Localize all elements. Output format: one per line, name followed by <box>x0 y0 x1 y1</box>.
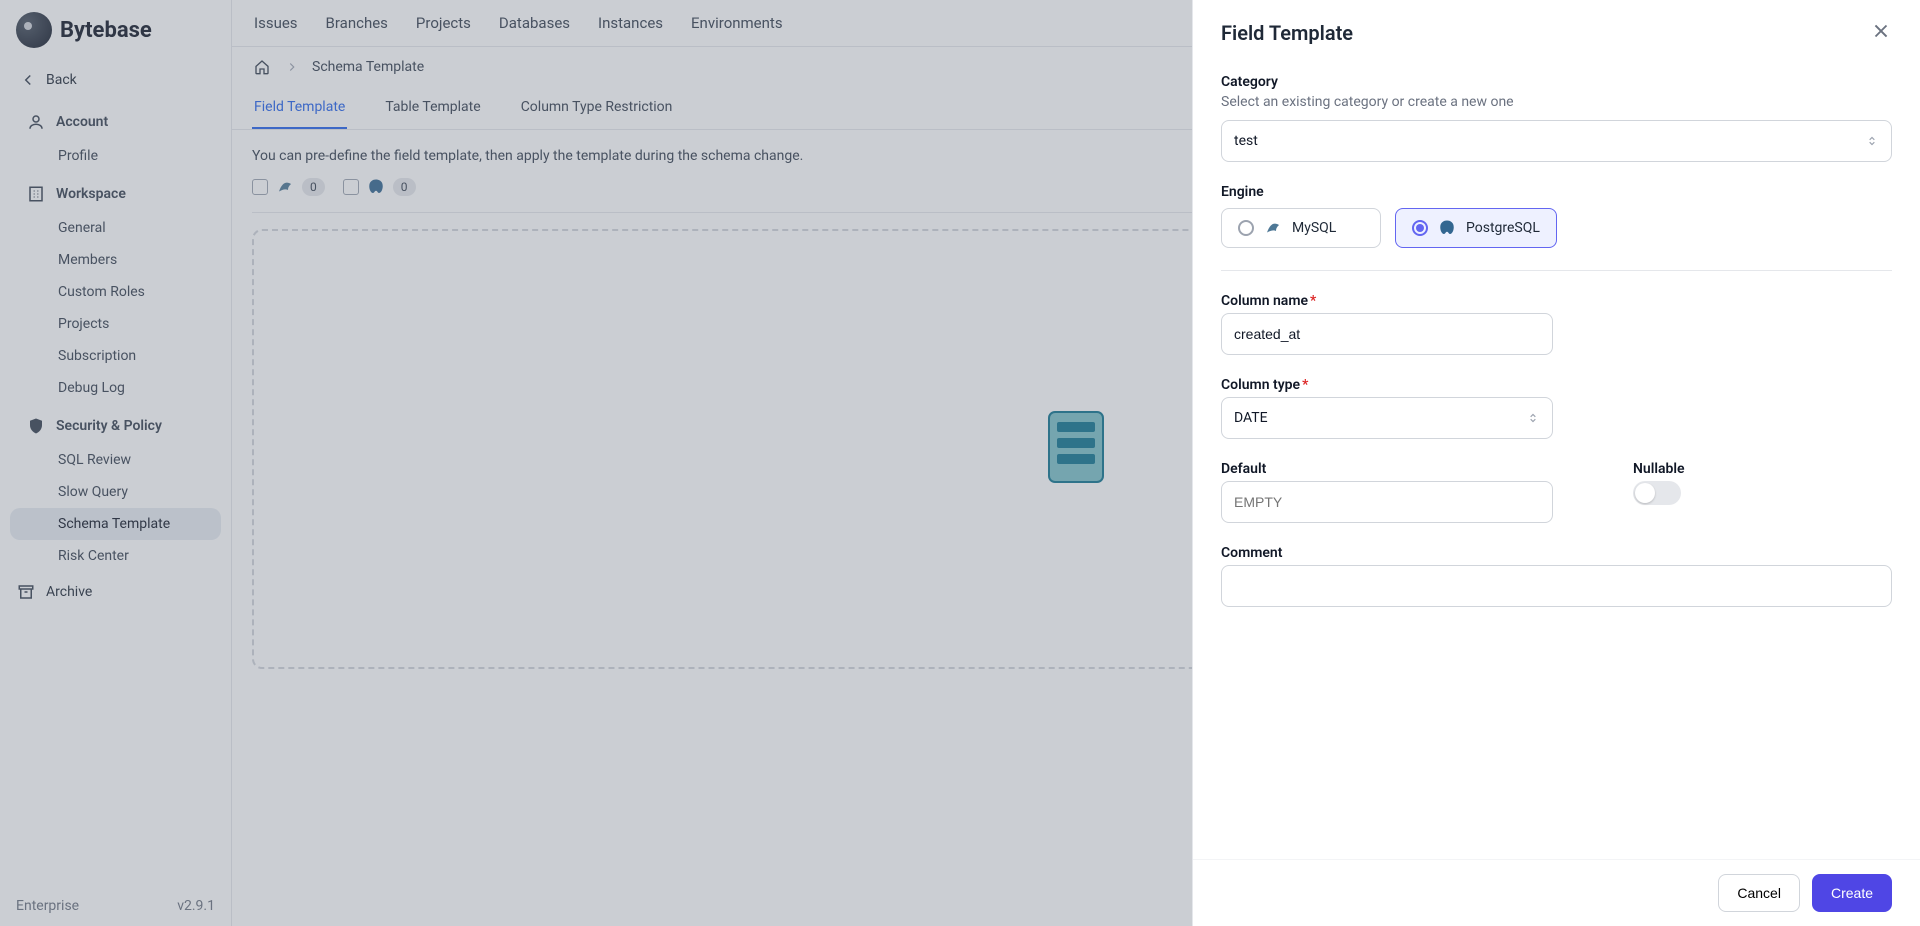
section-security-title: Security & Policy <box>56 418 162 434</box>
engine-label: Engine <box>1221 184 1892 200</box>
category-select[interactable]: test <box>1221 120 1892 162</box>
filter-postgres[interactable]: 0 <box>343 178 416 196</box>
version-label: v2.9.1 <box>177 898 215 914</box>
user-icon <box>26 112 46 132</box>
radio-postgres[interactable] <box>1412 220 1428 236</box>
category-sublabel: Select an existing category or create a … <box>1221 94 1892 110</box>
column-type-value: DATE <box>1234 410 1268 426</box>
cancel-button[interactable]: Cancel <box>1718 874 1800 912</box>
close-icon <box>1870 20 1892 42</box>
sidebar-item-members[interactable]: Members <box>10 244 221 276</box>
nullable-toggle[interactable] <box>1633 481 1681 505</box>
topnav-instances[interactable]: Instances <box>596 10 665 36</box>
logo-text: Bytebase <box>60 18 152 43</box>
sidebar-item-archive[interactable]: Archive <box>0 572 231 612</box>
engine-divider <box>1221 270 1892 271</box>
drawer-body: Category Select an existing category or … <box>1193 60 1920 859</box>
topnav-databases[interactable]: Databases <box>497 10 572 36</box>
sidebar-item-schema-template[interactable]: Schema Template <box>10 508 221 540</box>
sidebar-item-slow-query[interactable]: Slow Query <box>10 476 221 508</box>
checkbox-postgres[interactable] <box>343 179 359 195</box>
close-button[interactable] <box>1870 20 1892 46</box>
engine-option-postgres[interactable]: PostgreSQL <box>1395 208 1557 248</box>
section-workspace-title: Workspace <box>56 186 126 202</box>
brand-area: Bytebase <box>0 0 231 60</box>
sidebar-footer: Enterprise v2.9.1 <box>0 886 231 926</box>
postgres-icon <box>1438 219 1456 237</box>
topnav-branches[interactable]: Branches <box>324 10 390 36</box>
archive-label: Archive <box>46 584 92 600</box>
checkbox-mysql[interactable] <box>252 179 268 195</box>
category-value: test <box>1234 133 1258 149</box>
filter-mysql[interactable]: 0 <box>252 178 325 196</box>
drawer-title: Field Template <box>1221 21 1353 45</box>
topnav-projects[interactable]: Projects <box>414 10 473 36</box>
select-updown-icon-2 <box>1526 411 1540 425</box>
chevron-left-icon <box>18 70 38 90</box>
sidebar-item-profile[interactable]: Profile <box>10 140 221 172</box>
category-label: Category <box>1221 74 1892 90</box>
building-icon <box>26 184 46 204</box>
topnav-issues[interactable]: Issues <box>252 10 300 36</box>
count-mysql: 0 <box>302 178 325 196</box>
engine-radio-group: MySQL PostgreSQL <box>1221 208 1892 248</box>
count-postgres: 0 <box>393 178 416 196</box>
sidebar: Bytebase Back Account Profile Workspace <box>0 0 232 926</box>
drawer-footer: Cancel Create <box>1193 859 1920 926</box>
logo-icon <box>16 12 52 48</box>
column-name-input[interactable] <box>1221 313 1553 355</box>
section-security[interactable]: Security & Policy <box>10 404 221 444</box>
section-workspace[interactable]: Workspace <box>10 172 221 212</box>
comment-input[interactable] <box>1221 565 1892 607</box>
nullable-label: Nullable <box>1633 461 1892 477</box>
sidebar-item-subscription[interactable]: Subscription <box>10 340 221 372</box>
breadcrumb-current: Schema Template <box>312 59 424 75</box>
back-label: Back <box>46 72 77 88</box>
tab-field-template[interactable]: Field Template <box>252 87 347 129</box>
section-account-title: Account <box>56 114 108 130</box>
chevron-right-icon <box>282 57 302 77</box>
topnav-environments[interactable]: Environments <box>689 10 785 36</box>
create-button[interactable]: Create <box>1812 874 1892 912</box>
database-illustration-icon <box>1041 402 1111 496</box>
tab-table-template[interactable]: Table Template <box>383 87 482 129</box>
required-mark-2: * <box>1302 377 1308 393</box>
select-updown-icon <box>1865 134 1879 148</box>
default-label: Default <box>1221 461 1553 477</box>
sidebar-item-sql-review[interactable]: SQL Review <box>10 444 221 476</box>
drawer-header: Field Template <box>1193 0 1920 60</box>
sidebar-item-general[interactable]: General <box>10 212 221 244</box>
sidebar-item-risk-center[interactable]: Risk Center <box>10 540 221 572</box>
column-type-select[interactable]: DATE <box>1221 397 1553 439</box>
engine-option-mysql[interactable]: MySQL <box>1221 208 1381 248</box>
plan-label: Enterprise <box>16 898 79 914</box>
postgres-icon <box>367 178 385 196</box>
archive-icon <box>16 582 36 602</box>
sidebar-item-debug-log[interactable]: Debug Log <box>10 372 221 404</box>
logo[interactable]: Bytebase <box>16 12 152 48</box>
shield-icon <box>26 416 46 436</box>
engine-postgres-label: PostgreSQL <box>1466 220 1540 236</box>
radio-mysql[interactable] <box>1238 220 1254 236</box>
column-type-label: Column type* <box>1221 377 1553 393</box>
sidebar-item-projects[interactable]: Projects <box>10 308 221 340</box>
required-mark: * <box>1310 293 1316 309</box>
back-button[interactable]: Back <box>0 60 231 100</box>
home-icon[interactable] <box>252 57 272 77</box>
column-name-label: Column name* <box>1221 293 1892 309</box>
default-input[interactable] <box>1221 481 1553 523</box>
mysql-icon <box>1264 219 1282 237</box>
mysql-icon <box>276 178 294 196</box>
sidebar-item-custom-roles[interactable]: Custom Roles <box>10 276 221 308</box>
tab-column-type-restriction[interactable]: Column Type Restriction <box>519 87 675 129</box>
engine-mysql-label: MySQL <box>1292 220 1336 236</box>
field-template-drawer: Field Template Category Select an existi… <box>1192 0 1920 926</box>
comment-label: Comment <box>1221 545 1892 561</box>
section-account[interactable]: Account <box>10 100 221 140</box>
